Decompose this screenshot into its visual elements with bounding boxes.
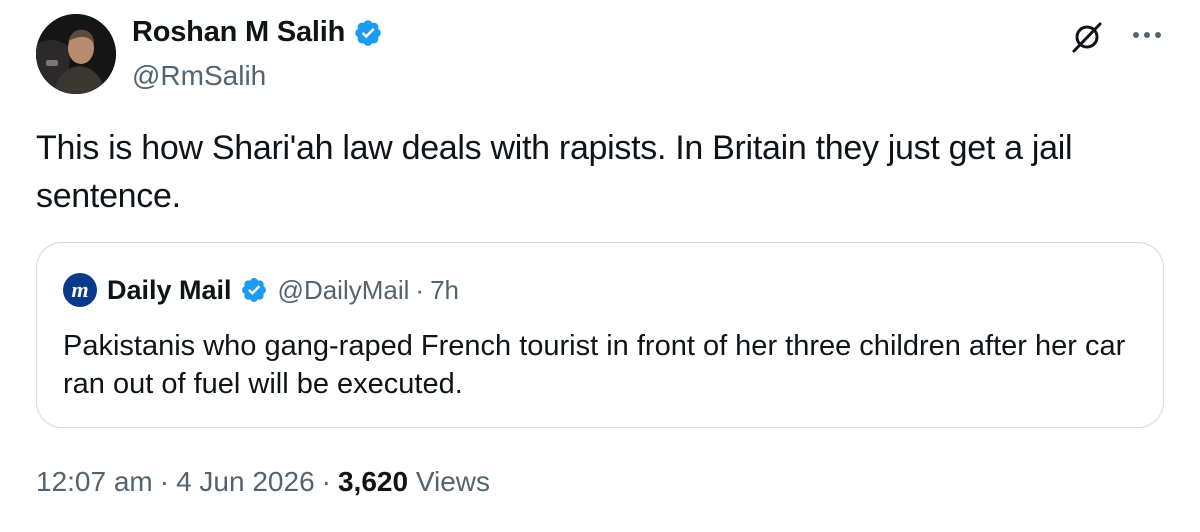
author-avatar[interactable] — [36, 14, 116, 94]
separator-dot: · — [321, 466, 331, 497]
quoted-tweet-header: m Daily Mail @DailyMail · 7h — [63, 273, 459, 307]
verified-badge-icon — [240, 276, 268, 304]
grok-icon[interactable] — [1070, 20, 1104, 54]
more-options-icon[interactable] — [1127, 20, 1167, 50]
quoted-tweet-text: Pakistanis who gang-raped French tourist… — [63, 330, 1126, 400]
tweet-text: This is how Shari'ah law deals with rapi… — [36, 129, 1073, 215]
separator-dot: · — [159, 466, 170, 497]
verified-badge-icon — [353, 18, 383, 48]
tweet-meta: 12:07 am · 4 Jun 2026 · 3,620 Views — [36, 466, 490, 498]
tweet-card: Roshan M Salih @RmSalih This is how Shar… — [0, 0, 1200, 532]
tweet-time[interactable]: 12:07 am — [36, 466, 153, 497]
author-name-text[interactable]: Roshan M Salih — [132, 16, 345, 49]
author-handle[interactable]: @RmSalih — [132, 60, 266, 92]
quoted-tweet-card[interactable]: m Daily Mail @DailyMail · 7h Pakistanis … — [36, 242, 1164, 428]
quoted-tweet-time[interactable]: 7h — [430, 275, 459, 306]
tweet-date[interactable]: 4 Jun 2026 — [176, 466, 315, 497]
author-name[interactable]: Roshan M Salih — [132, 16, 383, 49]
daily-mail-logo-icon: m — [63, 273, 97, 307]
separator-dot: · — [415, 274, 425, 305]
quoted-author-handle[interactable]: @DailyMail — [278, 275, 410, 306]
views-label: Views — [415, 466, 491, 497]
quoted-author-name[interactable]: Daily Mail — [107, 275, 232, 306]
views-count: 3,620 — [337, 466, 409, 497]
